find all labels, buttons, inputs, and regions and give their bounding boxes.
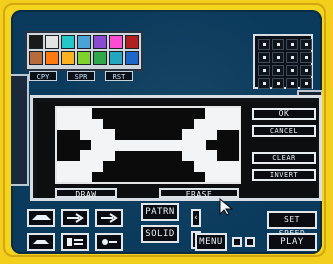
bottom-toolbar: PATRN SOLID ‹ ‹ MENU SET SPEED PLAY xyxy=(27,199,317,254)
tool-button-3[interactable] xyxy=(95,209,123,227)
palette-swatch[interactable] xyxy=(45,51,59,65)
screen: CPY SPR RST OK CANCEL CLEAR INVERT DRAW … xyxy=(11,10,322,254)
pattern-cell[interactable] xyxy=(272,39,284,50)
pattern-cell[interactable] xyxy=(286,78,298,89)
mini-toggle-1[interactable] xyxy=(232,237,242,247)
pattern-pixel[interactable] xyxy=(205,150,217,161)
pattern-pixel[interactable] xyxy=(205,129,217,140)
palette-swatch[interactable] xyxy=(29,35,43,49)
sprite-button[interactable]: SPR xyxy=(67,71,95,81)
pattern-cell[interactable] xyxy=(272,65,284,76)
solid-button[interactable]: SOLID xyxy=(141,225,179,243)
palette-swatch[interactable] xyxy=(77,51,91,65)
palette-swatch[interactable] xyxy=(93,51,107,65)
arrow-right-icon xyxy=(101,213,118,223)
pattern-cell[interactable] xyxy=(300,39,312,50)
tool-button-6[interactable] xyxy=(95,233,123,251)
play-button[interactable]: PLAY xyxy=(267,233,317,251)
pattern-pixel[interactable] xyxy=(103,129,115,140)
pattern-pixel[interactable] xyxy=(91,129,103,140)
palette-swatch[interactable] xyxy=(125,51,139,65)
clear-button[interactable]: CLEAR xyxy=(252,152,316,164)
pattern-pixel[interactable] xyxy=(216,171,228,182)
palette-swatch[interactable] xyxy=(61,51,75,65)
pattern-pixel[interactable] xyxy=(91,150,103,161)
palette-swatch[interactable] xyxy=(29,51,43,65)
pattern-cell[interactable] xyxy=(300,78,312,89)
tool-button-4[interactable] xyxy=(27,233,55,251)
palette-swatch[interactable] xyxy=(109,35,123,49)
tool-1-icon xyxy=(32,215,51,220)
pattern-pixel[interactable] xyxy=(228,108,240,119)
pattern-button[interactable]: PATRN xyxy=(141,203,179,221)
ok-button[interactable]: OK xyxy=(252,108,316,120)
pattern-pixel[interactable] xyxy=(91,161,103,172)
pattern-cell[interactable] xyxy=(286,39,298,50)
pattern-pixel[interactable] xyxy=(80,108,92,119)
pattern-cell[interactable] xyxy=(258,39,270,50)
pattern-pixel[interactable] xyxy=(68,119,80,130)
pattern-cell[interactable] xyxy=(286,52,298,63)
palette-swatch[interactable] xyxy=(61,35,75,49)
copy-button[interactable]: CPY xyxy=(29,71,57,81)
palette-swatch[interactable] xyxy=(93,35,107,49)
pattern-pixel[interactable] xyxy=(68,108,80,119)
dialog-inner: OK CANCEL CLEAR INVERT DRAW ERASE xyxy=(37,102,317,199)
pattern-pixel[interactable] xyxy=(103,150,115,161)
chevron-left-icon: ‹ xyxy=(193,213,199,223)
palette-swatch[interactable] xyxy=(45,35,59,49)
erase-mode-bar[interactable]: ERASE xyxy=(159,188,239,199)
pattern-edit-grid[interactable] xyxy=(55,106,241,184)
tool-button-2[interactable] xyxy=(61,209,89,227)
reset-button[interactable]: RST xyxy=(105,71,133,81)
draw-mode-bar[interactable]: DRAW xyxy=(55,188,117,199)
pattern-cell[interactable] xyxy=(300,52,312,63)
cancel-button[interactable]: CANCEL xyxy=(252,125,316,137)
pattern-pixel[interactable] xyxy=(216,119,228,130)
pattern-pixel[interactable] xyxy=(182,150,194,161)
pattern-pixel[interactable] xyxy=(228,119,240,130)
tool-6-icon xyxy=(102,239,117,245)
pattern-pixel[interactable] xyxy=(216,108,228,119)
pattern-pixel[interactable] xyxy=(182,129,194,140)
pattern-pixel[interactable] xyxy=(68,171,80,182)
pattern-pixel[interactable] xyxy=(228,171,240,182)
pattern-cell[interactable] xyxy=(286,65,298,76)
pattern-cell[interactable] xyxy=(258,52,270,63)
tool-button-1[interactable] xyxy=(27,209,55,227)
palette-swatch[interactable] xyxy=(109,51,123,65)
color-palette[interactable] xyxy=(25,31,143,71)
palette-buttons: CPY SPR RST xyxy=(29,71,139,81)
tool-4-icon xyxy=(33,240,49,244)
pattern-editor-dialog: OK CANCEL CLEAR INVERT DRAW ERASE xyxy=(30,95,322,201)
pattern-pixel[interactable] xyxy=(125,140,137,151)
mini-toggle-2[interactable] xyxy=(245,237,255,247)
pattern-pixel[interactable] xyxy=(80,171,92,182)
pattern-grid[interactable] xyxy=(253,34,313,89)
palette-swatch[interactable] xyxy=(125,35,139,49)
menu-button[interactable]: MENU xyxy=(195,233,227,251)
mouse-cursor-icon xyxy=(219,198,233,216)
pattern-pixel[interactable] xyxy=(159,140,171,151)
pattern-cell[interactable] xyxy=(272,78,284,89)
pattern-cell[interactable] xyxy=(258,65,270,76)
arrow-right-icon xyxy=(67,213,84,223)
left-backdrop-panel xyxy=(11,74,29,186)
pattern-cell[interactable] xyxy=(272,52,284,63)
set-speed-button[interactable]: SET SPEED xyxy=(267,211,317,238)
tool-5-icon xyxy=(67,238,83,246)
scroll-left-button-top[interactable]: ‹ xyxy=(191,209,201,227)
invert-button[interactable]: INVERT xyxy=(252,169,316,181)
pattern-cell[interactable] xyxy=(258,78,270,89)
tool-button-5[interactable] xyxy=(61,233,89,251)
pattern-cell[interactable] xyxy=(300,65,312,76)
palette-swatch[interactable] xyxy=(77,35,91,49)
